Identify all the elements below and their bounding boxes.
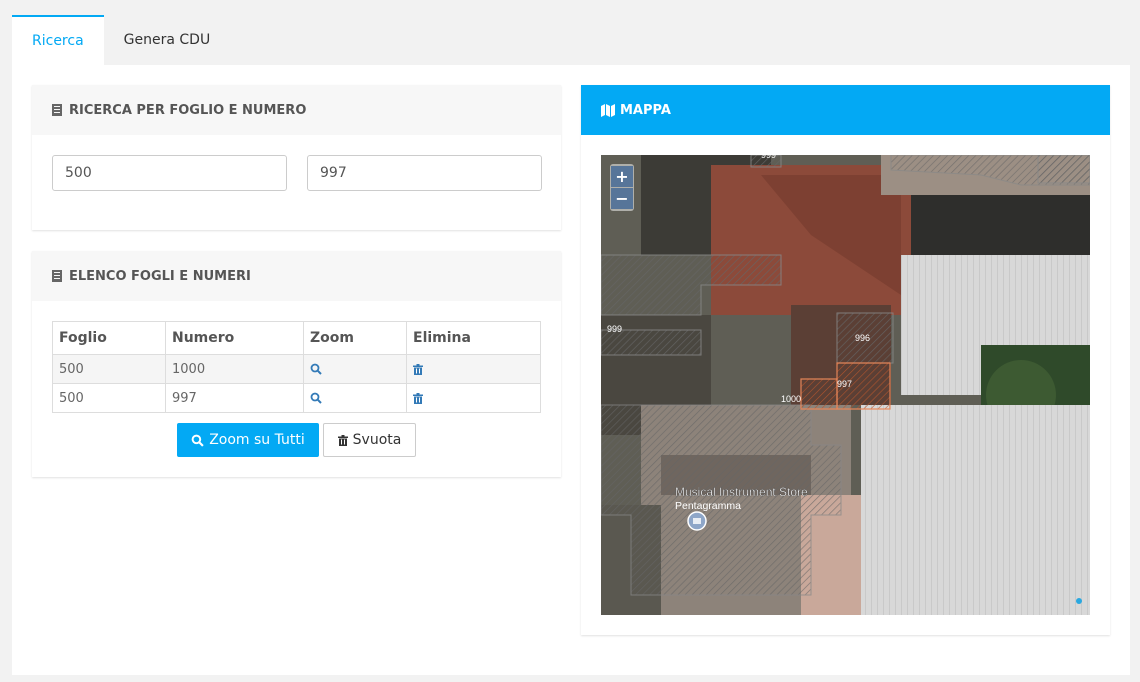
trash-icon[interactable] — [413, 392, 423, 404]
trash-icon[interactable] — [413, 363, 423, 375]
parcel-label: 997 — [837, 379, 852, 389]
cell-numero: 997 — [165, 383, 304, 413]
foglio-input[interactable] — [52, 155, 287, 191]
cell-elimina — [406, 354, 541, 384]
search-icon — [191, 434, 204, 447]
poi-subname: Pentagramma — [675, 500, 741, 512]
table-header-row: Foglio Numero Zoom Elimina — [52, 321, 541, 355]
parcel-1000[interactable] — [800, 378, 838, 410]
numero-input[interactable] — [307, 155, 542, 191]
column-header-elimina: Elimina — [406, 321, 541, 355]
cell-zoom — [303, 383, 407, 413]
poi-name: Musical Instrument Store — [675, 485, 808, 499]
table-row: 500 1000 — [52, 354, 541, 384]
clear-label: Svuota — [352, 432, 402, 448]
search-icon[interactable] — [310, 392, 322, 404]
map-view[interactable]: 999 996 997 1000 999 Musical Instrument … — [601, 155, 1090, 615]
zoom-out-button[interactable]: − — [611, 188, 633, 209]
cell-zoom — [303, 354, 407, 384]
tab-bar: Ricerca Genera CDU — [12, 15, 230, 65]
parcel-table: Foglio Numero Zoom Elimina 500 1000 500 … — [52, 321, 541, 413]
map-panel-header: MAPPA — [581, 85, 1110, 135]
zoom-all-button[interactable]: Zoom su Tutti — [177, 423, 319, 457]
list-panel-title: ELENCO FOGLI E NUMERI — [69, 268, 251, 284]
column-header-zoom: Zoom — [303, 321, 407, 355]
tab-content: RICERCA PER FOGLIO E NUMERO ELENCO FOGLI… — [12, 65, 1130, 675]
building-icon — [52, 104, 62, 116]
cell-numero: 1000 — [165, 354, 304, 384]
tab-genera-cdu[interactable]: Genera CDU — [104, 15, 231, 65]
list-panel: ELENCO FOGLI E NUMERI Foglio Numero Zoom… — [32, 251, 561, 477]
search-panel-title: RICERCA PER FOGLIO E NUMERO — [69, 102, 307, 118]
list-panel-header: ELENCO FOGLI E NUMERI — [32, 251, 561, 301]
tab-ricerca[interactable]: Ricerca — [12, 15, 104, 65]
map-panel: MAPPA 999 996 997 1000 999 Musical Instr… — [581, 85, 1110, 635]
zoom-in-button[interactable]: + — [611, 166, 633, 187]
parcel-label: 996 — [855, 333, 870, 343]
clear-button[interactable]: Svuota — [323, 423, 416, 457]
parcel-label: 1000 — [781, 394, 801, 404]
cell-foglio: 500 — [52, 354, 166, 384]
parcel-label: 999 — [761, 155, 776, 160]
map-icon — [601, 103, 615, 117]
parcel-label: 999 — [607, 324, 622, 334]
search-panel: RICERCA PER FOGLIO E NUMERO — [32, 85, 561, 230]
search-icon[interactable] — [310, 363, 322, 375]
satellite-imagery[interactable]: 999 996 997 1000 999 Musical Instrument … — [601, 155, 1090, 615]
cell-foglio: 500 — [52, 383, 166, 413]
building-icon — [52, 270, 62, 282]
map-zoom-control: + − — [610, 164, 634, 211]
column-header-foglio: Foglio — [52, 321, 166, 355]
column-header-numero: Numero — [165, 321, 304, 355]
trash-icon — [337, 434, 348, 446]
cell-elimina — [406, 383, 541, 413]
table-row: 500 997 — [52, 383, 541, 413]
zoom-all-label: Zoom su Tutti — [209, 432, 305, 448]
search-panel-header: RICERCA PER FOGLIO E NUMERO — [32, 85, 561, 135]
map-panel-title: MAPPA — [620, 102, 671, 118]
